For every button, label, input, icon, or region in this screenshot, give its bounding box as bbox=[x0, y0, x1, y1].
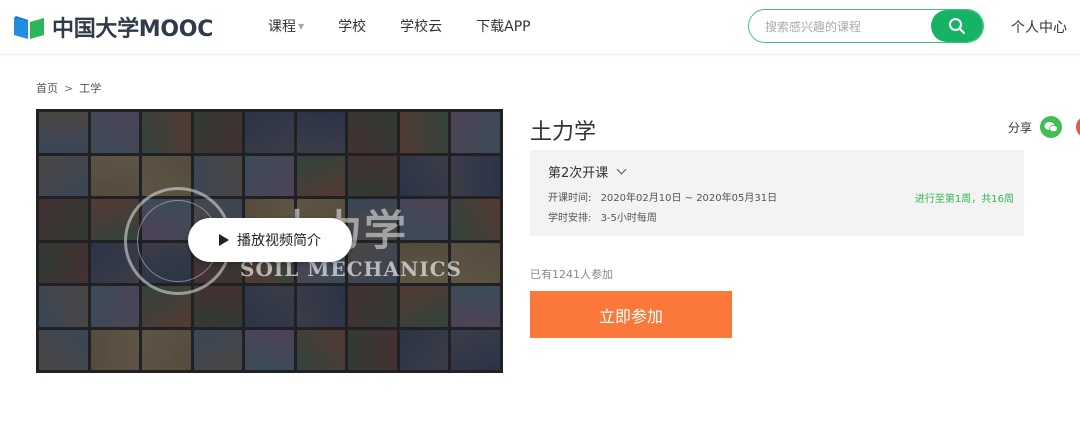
breadcrumb: 首页 > 工学 bbox=[36, 80, 101, 96]
search-box bbox=[748, 9, 984, 43]
nav-item-download-app[interactable]: 下载APP bbox=[476, 16, 530, 36]
video-preview[interactable]: 土力学 SOIL MECHANICS 播放视频简介 bbox=[36, 109, 503, 373]
nav-item-label: 学校云 bbox=[400, 19, 443, 35]
weibo-share-icon[interactable] bbox=[1076, 116, 1080, 138]
study-hours-label: 学时安排: bbox=[548, 213, 592, 224]
share-label: 分享 bbox=[1008, 120, 1033, 135]
play-intro-label: 播放视频简介 bbox=[237, 233, 321, 249]
breadcrumb-separator: > bbox=[64, 81, 74, 95]
user-center-link[interactable]: 个人中心 bbox=[1011, 17, 1067, 37]
nav-item-label: 学校 bbox=[338, 19, 367, 35]
main-nav: 课程 ▼ 学校 学校云 下载APP bbox=[268, 16, 565, 36]
open-time-label: 开课时间: bbox=[548, 193, 592, 204]
enrollment-count: 已有1241人参加 bbox=[530, 268, 613, 281]
nav-item-schools[interactable]: 学校 bbox=[338, 16, 366, 36]
term-info-panel: 第2次开课 开课时间: 2020年02月10日 ~ 2020年05月31日 学时… bbox=[530, 150, 1024, 236]
breadcrumb-category[interactable]: 工学 bbox=[79, 80, 101, 96]
search-input[interactable] bbox=[765, 17, 925, 37]
study-hours-row: 学时安排: 3-5小时每周 bbox=[548, 209, 657, 224]
nav-item-courses[interactable]: 课程 ▼ bbox=[268, 16, 304, 36]
search-icon bbox=[949, 18, 965, 34]
chevron-down-icon bbox=[616, 164, 627, 175]
nav-item-school-cloud[interactable]: 学校云 bbox=[400, 16, 442, 36]
term-selector-label: 第2次开课 bbox=[548, 166, 609, 181]
nav-item-label: 下载APP bbox=[476, 19, 531, 35]
study-hours-value: 3-5小时每周 bbox=[600, 213, 657, 224]
course-title: 土力学 bbox=[530, 120, 597, 145]
play-intro-button[interactable]: 播放视频简介 bbox=[188, 218, 352, 262]
nav-item-label: 课程 bbox=[268, 19, 296, 35]
breadcrumb-home[interactable]: 首页 bbox=[36, 80, 58, 96]
logo-book-icon bbox=[12, 14, 46, 40]
wechat-share-icon[interactable] bbox=[1040, 116, 1063, 138]
open-time-row: 开课时间: 2020年02月10日 ~ 2020年05月31日 bbox=[548, 189, 777, 204]
join-course-button[interactable]: 立即参加 bbox=[530, 291, 732, 338]
share-area: 分享 bbox=[1008, 116, 1080, 138]
top-header: 中国大学MOOC 课程 ▼ 学校 学校云 下载APP 个人中心 bbox=[0, 0, 1080, 55]
play-icon bbox=[219, 234, 229, 246]
site-logo[interactable]: 中国大学MOOC bbox=[12, 12, 213, 42]
open-time-value: 2020年02月10日 ~ 2020年05月31日 bbox=[600, 193, 778, 204]
logo-text: 中国大学MOOC bbox=[52, 17, 214, 42]
caret-down-icon: ▼ bbox=[298, 21, 305, 31]
term-selector[interactable]: 第2次开课 bbox=[548, 162, 627, 181]
search-button[interactable] bbox=[931, 10, 983, 42]
course-progress-text: 进行至第1周，共16周 bbox=[914, 194, 1014, 205]
